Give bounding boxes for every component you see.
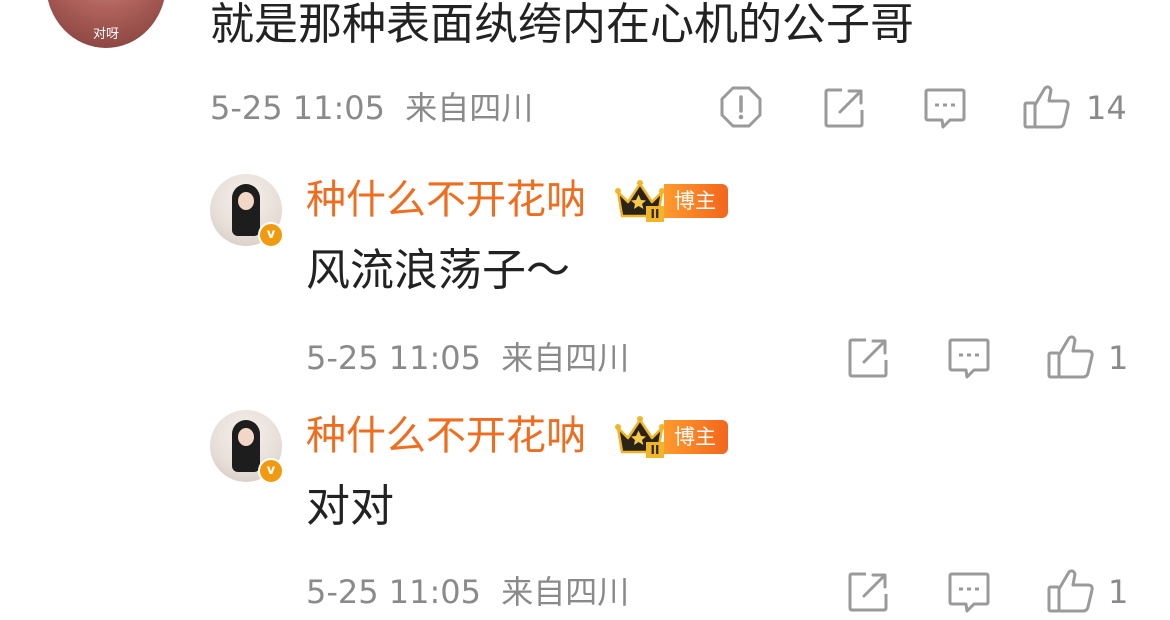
top-comment-text: 就是那种表面纨绔内在心机的公子哥 <box>210 0 914 50</box>
avatar-face <box>238 428 254 446</box>
reply-time: 5-25 11:05 <box>306 339 482 377</box>
reply-location: 来自四川 <box>501 339 630 377</box>
share-icon[interactable] <box>846 336 890 380</box>
share-icon[interactable] <box>822 86 866 130</box>
comment-icon[interactable] <box>946 336 992 382</box>
share-icon[interactable] <box>846 570 890 614</box>
comment-icon[interactable] <box>922 86 968 132</box>
report-icon[interactable] <box>718 84 764 130</box>
verified-icon: v <box>258 458 284 484</box>
like-count: 1 <box>1108 339 1129 377</box>
like-count: 1 <box>1108 573 1129 611</box>
like-count: 14 <box>1086 89 1127 127</box>
like-icon[interactable] <box>1046 332 1096 382</box>
reply-text: 对对 <box>306 481 394 532</box>
reply-meta: 5-25 11:05 来自四川 <box>306 572 629 612</box>
like-icon[interactable] <box>1046 566 1096 616</box>
avatar-face <box>238 192 254 210</box>
crown-level: II <box>646 442 664 458</box>
comment-location: 来自四川 <box>405 89 534 127</box>
top-comment-avatar[interactable]: 对呀 <box>46 0 166 48</box>
comment-time: 5-25 11:05 <box>210 89 386 127</box>
crown-level: II <box>646 206 664 222</box>
avatar-caption: 对呀 <box>92 27 119 42</box>
reply-meta: 5-25 11:05 来自四川 <box>306 338 629 378</box>
reply-time: 5-25 11:05 <box>306 573 482 611</box>
reply-text: 风流浪荡子～ <box>306 245 570 296</box>
reply-username[interactable]: 种什么不开花呐 <box>306 176 586 224</box>
blogger-badge: 博主 <box>664 420 728 454</box>
blogger-badge: 博主 <box>664 184 728 218</box>
comment-icon[interactable] <box>946 570 992 616</box>
verified-icon: v <box>258 222 284 248</box>
reply-location: 来自四川 <box>501 573 630 611</box>
top-comment-meta: 5-25 11:05 来自四川 <box>210 88 533 128</box>
reply-username[interactable]: 种什么不开花呐 <box>306 412 586 460</box>
like-icon[interactable] <box>1022 82 1072 132</box>
